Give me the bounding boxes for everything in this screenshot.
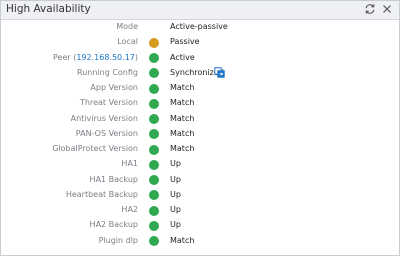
row-value: Match [170,113,195,123]
ha-status-list: Mode Active-passive Local Passive Peer (… [1,20,399,249]
row-value: Up [170,159,181,169]
row-label: HA1 [121,159,138,169]
row-value: Up [170,220,181,230]
row-heartbeat-backup: Heartbeat Backup Up [1,188,399,203]
status-dot-green [149,190,159,201]
peer-ip-link[interactable]: 192.168.50.17 [76,53,135,62]
row-value: Match [170,98,195,108]
widget-title-actions [364,3,393,15]
high-availability-widget: High Availability Mode Active-passive Lo… [0,0,400,256]
row-label: Plugin dlp [98,235,138,245]
widget-title: High Availability [6,3,91,15]
status-dot-green [149,53,159,63]
row-globalprotect-version: GlobalProtect Version Match [1,142,399,157]
row-label: App Version [90,83,138,92]
row-ha1: HA1 Up [1,157,399,172]
row-plugin-dlp: Plugin dlp Match [1,234,399,249]
row-label: HA1 Backup [89,174,138,184]
row-mode: Mode Active-passive [1,20,399,35]
widget-titlebar: High Availability [1,1,399,20]
row-label: PAN-OS Version [75,128,138,138]
row-value: Passive [170,37,200,47]
status-dot-green [149,144,159,155]
row-value: Match [170,128,195,138]
row-value: Up [170,189,181,199]
row-label: Heartbeat Backup [65,189,138,199]
status-dot-amber [149,37,159,48]
status-dot-green [149,83,159,94]
row-label: Local [117,37,138,47]
status-dot-green [149,159,159,170]
row-value: Match [170,144,195,153]
row-peer: Peer (192.168.50.17) Active [1,51,399,66]
status-dot-green [149,205,159,216]
row-label: GlobalProtect Version [52,144,138,153]
row-value: Up [170,205,181,214]
row-antivirus-version: Antivirus Version Match [1,112,399,127]
row-label: HA2 [121,205,138,214]
row-value: Active [170,52,195,62]
row-ha2-backup: HA2 Backup Up [1,218,399,233]
copy-config-icon[interactable] [214,67,225,78]
status-dot-green [149,98,159,109]
row-label: Threat Version [80,98,138,108]
row-ha2: HA2 Up [1,203,399,218]
row-label: HA2 Backup [89,220,138,230]
row-ha1-backup: HA1 Backup Up [1,173,399,188]
row-value: Up [170,174,181,184]
row-panos-version: PAN-OS Version Match [1,127,399,142]
row-label: Running Config [77,67,138,77]
close-icon[interactable] [381,3,393,15]
status-dot-green [149,129,159,140]
status-dot-green [149,114,159,124]
row-value: Active-passive [170,22,228,31]
row-running-config: Running Config Synchronized [1,66,399,81]
status-dot-green [149,236,159,246]
row-label: Mode [116,22,138,31]
row-label-peer: Peer (192.168.50.17) [53,52,138,62]
row-value: Match [170,235,195,245]
row-local: Local Passive [1,35,399,50]
status-dot-green [149,175,159,185]
row-label: Antivirus Version [70,113,138,123]
row-threat-version: Threat Version Match [1,96,399,111]
row-app-version: App Version Match [1,81,399,96]
row-value: Match [170,83,195,92]
refresh-icon[interactable] [364,3,376,15]
status-dot-green [149,68,159,79]
status-dot-green [149,220,159,231]
peer-label: Peer [53,52,71,62]
